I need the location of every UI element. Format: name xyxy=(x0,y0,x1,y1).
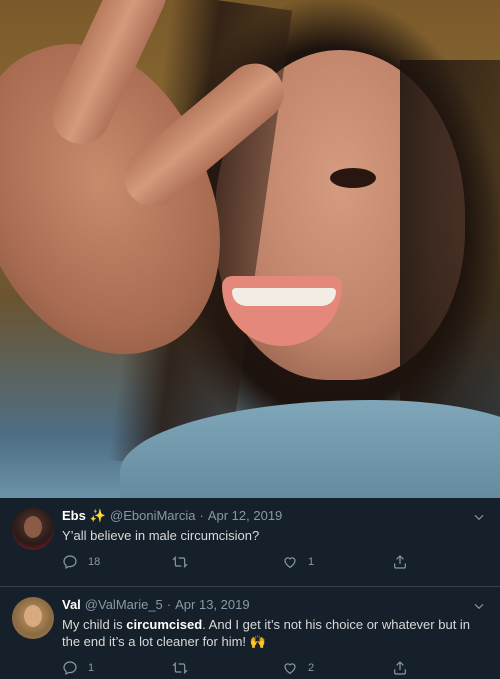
separator: · xyxy=(166,597,172,612)
sparkles-emoji: ✨ xyxy=(89,508,107,523)
avatar[interactable] xyxy=(12,597,54,639)
timestamp[interactable]: Apr 12, 2019 xyxy=(208,508,282,524)
heart-icon xyxy=(284,663,296,675)
reply-icon xyxy=(63,661,77,676)
share-button[interactable] xyxy=(392,660,418,676)
tweet-actions: 18 1 xyxy=(62,554,488,570)
like-button[interactable]: 2 xyxy=(282,660,392,676)
timestamp[interactable]: Apr 13, 2019 xyxy=(175,597,249,613)
reply-count: 1 xyxy=(88,662,95,674)
avatar[interactable] xyxy=(12,508,54,550)
username[interactable]: @ValMarie_5 xyxy=(85,597,163,613)
tweet-content: Ebs ✨ @EboniMarcia · Apr 12, 2019 Y’all … xyxy=(62,508,488,586)
reply-button[interactable]: 18 xyxy=(62,554,172,570)
tweet-header: Val @ValMarie_5 · Apr 13, 2019 xyxy=(62,597,488,613)
chevron-down-icon[interactable] xyxy=(472,599,486,613)
tweet-content: Val @ValMarie_5 · Apr 13, 2019 My child … xyxy=(62,597,488,679)
display-name[interactable]: Ebs xyxy=(62,508,86,524)
selfie-photo[interactable] xyxy=(0,0,500,498)
like-count: 2 xyxy=(308,662,315,674)
like-count: 1 xyxy=(308,556,315,568)
tweet-text: Y’all believe in male circumcision? xyxy=(62,528,260,543)
reply-count: 18 xyxy=(88,556,101,568)
share-icon xyxy=(394,555,406,569)
hair-right xyxy=(400,60,500,420)
tweet[interactable]: Val @ValMarie_5 · Apr 13, 2019 My child … xyxy=(0,587,500,679)
username[interactable]: @EboniMarcia xyxy=(110,508,195,524)
tweet-header: Ebs ✨ @EboniMarcia · Apr 12, 2019 xyxy=(62,508,488,524)
separator: · xyxy=(199,508,204,523)
share-icon xyxy=(394,661,406,675)
tweet-text-part: My child is xyxy=(62,617,127,632)
reply-button[interactable]: 1 xyxy=(62,660,172,676)
chevron-down-icon[interactable] xyxy=(472,510,486,524)
retweet-button[interactable] xyxy=(172,554,282,570)
retweet-icon xyxy=(172,662,188,674)
retweet-icon xyxy=(172,556,188,568)
tweet-actions: 1 2 xyxy=(62,660,488,676)
retweet-button[interactable] xyxy=(172,660,282,676)
display-name[interactable]: Val xyxy=(62,597,81,613)
eye xyxy=(330,168,376,188)
heart-icon xyxy=(284,557,296,569)
tweet[interactable]: Ebs ✨ @EboniMarcia · Apr 12, 2019 Y’all … xyxy=(0,498,500,587)
teeth xyxy=(232,288,336,306)
share-button[interactable] xyxy=(392,554,418,570)
like-button[interactable]: 1 xyxy=(282,554,392,570)
reply-icon xyxy=(63,555,77,570)
highlighted-word: circumcised xyxy=(126,617,203,632)
tweet-text: My child is circumcised. And I get it’s … xyxy=(62,616,488,650)
